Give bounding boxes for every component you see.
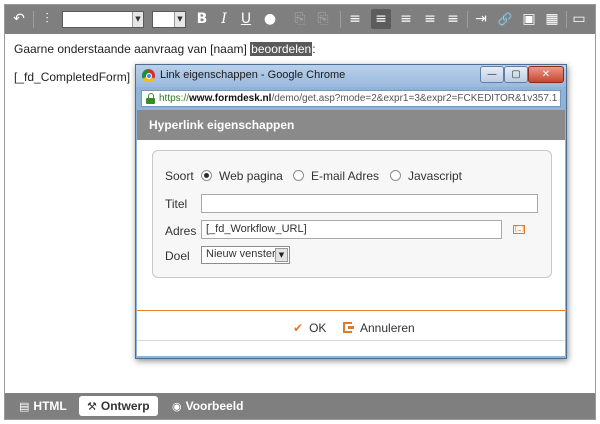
minimize-button[interactable]: — [480,66,504,83]
toolbar-divider [566,11,567,28]
adres-label: Adres [165,224,197,238]
doel-select-value: Nieuw venster [206,248,276,260]
content-text: Gaarne onderstaande aanvraag van [naam] [14,42,251,56]
titel-field[interactable] [201,194,538,213]
adres-field[interactable]: [_fd_Workflow_URL] [201,220,502,239]
chrome-icon [142,69,155,82]
table-icon[interactable]: ▦ [542,9,562,29]
hammer-icon: ⚒ [87,400,97,413]
link-properties-window: Link eigenschappen - Google Chrome — ▢ ✕… [135,64,567,359]
bold-icon[interactable]: B [192,9,212,29]
toolbar-divider [340,11,341,28]
exit-icon [343,322,354,333]
chevron-down-icon: ▼ [132,12,143,27]
toolbar-divider [33,11,34,28]
font-size-select[interactable]: ▼ [152,11,186,28]
content-text: : [312,42,316,56]
ok-button[interactable]: ✔ OK [293,319,326,337]
tab-html-label: HTML [33,399,67,413]
cancel-button[interactable]: Annuleren [343,319,415,337]
check-icon: ✔ [293,321,304,335]
link-icon[interactable]: 🔗 [495,9,515,29]
radio-email-label[interactable]: E-mail Adres [311,169,379,183]
color-icon[interactable]: ● [260,9,280,29]
selected-text[interactable]: beoordelen [250,42,313,56]
soort-label: Soort [165,169,194,183]
undo-icon[interactable]: ↶ [9,9,29,29]
tab-design[interactable]: ⚒ Ontwerp [79,396,158,416]
radio-email[interactable] [293,170,304,181]
radio-web-page[interactable] [201,170,212,181]
footer-divider [137,310,565,311]
align-right-icon[interactable]: ≡ [420,9,440,29]
tab-preview[interactable]: ◉ Voorbeeld [164,396,251,416]
completed-form-placeholder: [_fd_CompletedForm] [14,70,131,84]
align-center-icon[interactable]: ≡ [396,9,416,29]
align-justify-icon[interactable]: ≡ [443,9,463,29]
tab-design-label: Ontwerp [100,399,150,413]
titel-label: Titel [165,197,188,211]
image-icon[interactable]: ▣ [519,9,539,29]
address-bar[interactable]: https://www.formdesk.nl/demo/get.asp?mod… [141,90,561,107]
radio-javascript-label[interactable]: Javascript [408,169,462,183]
paste-word-icon[interactable]: ⎘ [313,9,333,29]
toolbar-divider [467,11,468,28]
window-title: Link eigenschappen - Google Chrome [160,69,346,81]
url-host: www.formdesk.nl [189,93,272,104]
lock-icon [146,93,155,104]
url-path: /demo/get.asp?mode=2&expr1=3&expr2=FCKED… [271,93,557,104]
editor-mode-bar: ▤ HTML ⚒ Ontwerp ◉ Voorbeeld [5,393,595,419]
cancel-label: Annuleren [360,321,415,335]
doel-label: Doel [165,249,190,263]
url-scheme: https:// [159,93,190,104]
address-url[interactable]: https://www.formdesk.nl/demo/get.asp?mod… [159,93,557,104]
doel-select[interactable]: Nieuw venster ▼ [201,246,290,264]
ok-label: OK [309,321,327,335]
content-line: Gaarne onderstaande aanvraag van [naam] … [14,42,316,56]
radio-web-page-label[interactable]: Web pagina [219,169,283,183]
html-icon: ▤ [19,400,30,413]
tab-html[interactable]: ▤ HTML [11,396,75,416]
dialog-header: Hyperlink eigenschappen [137,110,565,140]
editor-toolbar: ↶ ⫶ ▼ ▼ B I U ● ⎘ ⎘ ≡ ≡ ≡ ≡ ≡ ⇥ 🔗 ▣ ▦ ▭ [5,5,595,34]
font-family-select[interactable]: ▼ [62,11,144,28]
browse-icon[interactable]: […] [513,225,525,234]
indent-icon[interactable]: ⇥ [471,9,491,29]
paste-icon[interactable]: ⎘ [290,9,310,29]
eye-icon: ◉ [172,400,182,413]
chevron-down-icon: ▼ [275,248,288,262]
window-titlebar[interactable]: Link eigenschappen - Google Chrome — ▢ ✕ [136,65,566,87]
underline-icon[interactable]: U [236,9,256,29]
italic-icon[interactable]: I [214,9,234,29]
dialog-pane: Hyperlink eigenschappen Soort Web pagina… [137,110,565,356]
field-icon[interactable]: ▭ [569,9,589,29]
tab-preview-label: Voorbeeld [185,399,244,413]
maximize-button[interactable]: ▢ [504,66,528,83]
window-status-strip [137,340,565,356]
radio-javascript[interactable] [390,170,401,181]
list-icon[interactable]: ≡ [345,9,365,29]
link-properties-fieldset: Soort Web pagina E-mail Adres Javascript… [152,150,552,278]
settings-icon[interactable]: ⫶ [37,9,57,29]
close-button[interactable]: ✕ [528,66,564,83]
align-left-icon[interactable]: ≡ [371,9,391,29]
chevron-down-icon: ▼ [174,12,185,27]
